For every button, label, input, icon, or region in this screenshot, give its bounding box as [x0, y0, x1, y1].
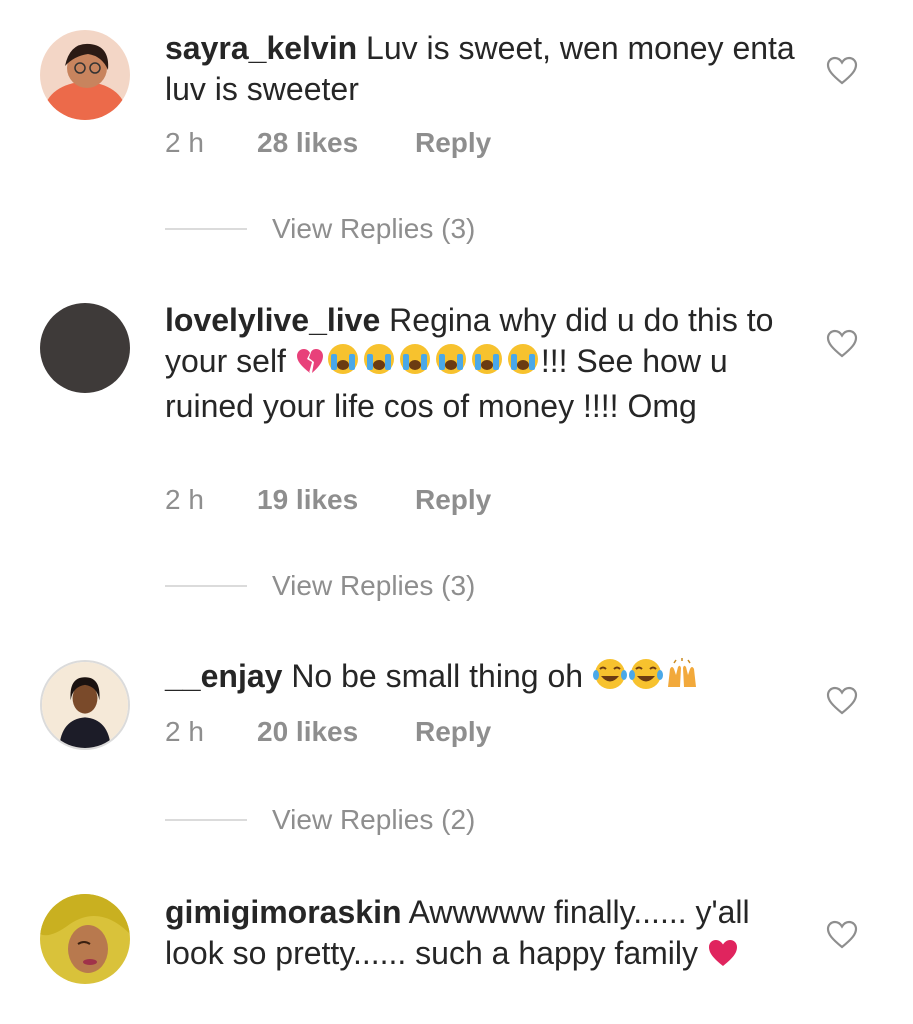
raised-hands-emoji — [664, 657, 700, 701]
avatar[interactable] — [40, 303, 130, 393]
crying-face-emoji — [433, 342, 469, 386]
comment-username[interactable]: gimigimoraskin — [165, 894, 402, 930]
comment-username[interactable]: lovelylive_live — [165, 302, 380, 338]
view-replies-button[interactable]: View Replies (3) — [165, 570, 475, 602]
comment-likes[interactable]: 19 likes — [257, 484, 415, 516]
comment-text: sayra_kelvin Luv is sweet, wen money ent… — [165, 28, 805, 110]
tears-of-joy-emoji — [592, 657, 628, 701]
view-replies-button[interactable]: View Replies (3) — [165, 213, 475, 245]
heart-outline-icon[interactable] — [826, 686, 858, 716]
replies-divider — [165, 819, 247, 821]
broken-heart-emoji — [295, 345, 325, 386]
comment-meta: 2 h 19 likes Reply — [165, 484, 491, 516]
view-replies-label: View Replies (2) — [272, 804, 476, 835]
view-replies-label: View Replies (3) — [272, 570, 476, 601]
tears-of-joy-emoji — [628, 657, 664, 701]
view-replies-button[interactable]: View Replies (2) — [165, 804, 475, 836]
comment-body: No be small thing oh — [291, 658, 584, 694]
comment-meta: 2 h 20 likes Reply — [165, 716, 491, 748]
crying-face-emoji — [361, 342, 397, 386]
heart-outline-icon[interactable] — [826, 920, 858, 950]
comment-time: 2 h — [165, 484, 204, 515]
comment-time: 2 h — [165, 716, 204, 747]
replies-divider — [165, 228, 247, 230]
avatar[interactable] — [40, 894, 130, 984]
comment-likes[interactable]: 28 likes — [257, 127, 415, 159]
comment-time: 2 h — [165, 127, 204, 158]
crying-face-emoji — [397, 342, 433, 386]
comment-text: __enjay No be small thing oh — [165, 656, 805, 701]
reply-button[interactable]: Reply — [415, 716, 491, 748]
comment-text: gimigimoraskin Awwwww finally...... y'al… — [165, 892, 805, 978]
crying-face-emoji — [469, 342, 505, 386]
comment-username[interactable]: __enjay — [165, 658, 282, 694]
red-heart-emoji — [707, 937, 739, 978]
comment-likes[interactable]: 20 likes — [257, 716, 415, 748]
heart-outline-icon[interactable] — [826, 329, 858, 359]
reply-button[interactable]: Reply — [415, 484, 491, 516]
reply-button[interactable]: Reply — [415, 127, 491, 159]
comment-text: lovelylive_live Regina why did u do this… — [165, 300, 805, 427]
comment-username[interactable]: sayra_kelvin — [165, 30, 357, 66]
avatar[interactable] — [40, 660, 130, 750]
crying-face-emoji — [505, 342, 541, 386]
comment-meta: 2 h 28 likes Reply — [165, 127, 491, 159]
replies-divider — [165, 585, 247, 587]
crying-face-emoji — [325, 342, 361, 386]
heart-outline-icon[interactable] — [826, 56, 858, 86]
view-replies-label: View Replies (3) — [272, 213, 476, 244]
avatar[interactable] — [40, 30, 130, 120]
